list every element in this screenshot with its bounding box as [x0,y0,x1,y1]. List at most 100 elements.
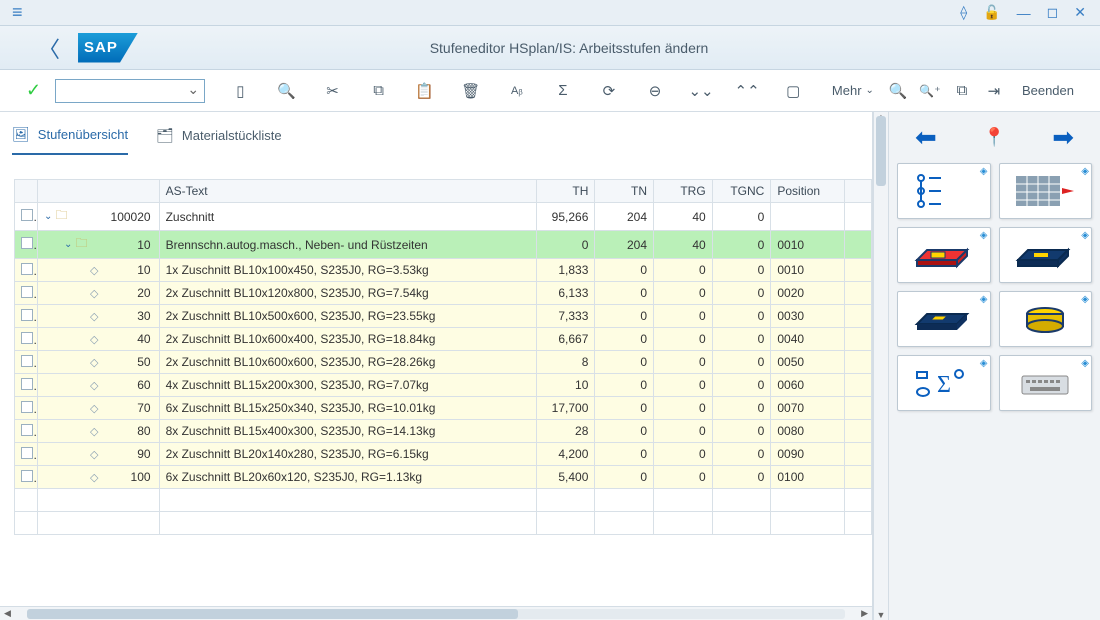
grid-right-tile[interactable]: ◈ [999,163,1093,219]
row-checkbox[interactable] [21,309,33,321]
copy-icon[interactable]: ⧉ [365,77,392,105]
sort-alpha-icon[interactable]: Aᵦ [503,77,530,105]
main-toolbar: ✓ ▯ 🔍 ✂ ⧉ 📋 🗑 Aᵦ Σ ⟳ ⊖ ⌄⌄ ⌃⌃ ▢ Mehr⌄ 🔍 🔍… [0,70,1100,112]
keyboard-tile[interactable]: ◈ [999,355,1093,411]
steps-table[interactable]: AS-Text TH TN TRG TGNC Position ⌄🗀100020… [14,179,872,535]
cell-tn: 0 [595,466,654,489]
expand-down-icon[interactable]: ⌄⌄ [688,77,715,105]
row-checkbox[interactable] [21,470,33,482]
scroll-down-icon[interactable]: ▼ [874,610,888,620]
document-icon[interactable]: ▢ [780,77,807,105]
find-next-icon[interactable]: 🔍⁺ [916,77,944,105]
delete-icon[interactable]: 🗑 [457,77,484,105]
maximize-icon[interactable]: ◻ [1039,4,1067,21]
cell-position: 0020 [771,282,844,305]
col-position[interactable]: Position [771,180,844,203]
blue-slot-tile[interactable]: ◈ [999,227,1093,283]
row-checkbox[interactable] [21,424,33,436]
row-text: 2x Zuschnitt BL10x600x400, S235J0, RG=18… [159,328,536,351]
cell-position: 0040 [771,328,844,351]
collapse-up-icon[interactable]: ⌃⌃ [734,77,761,105]
remove-icon[interactable]: ⊖ [642,77,669,105]
page-icon[interactable]: ▯ [227,77,254,105]
new-window-icon[interactable]: ⧉ [948,77,976,105]
row-checkbox[interactable] [21,263,33,275]
table-row [15,489,872,512]
close-icon[interactable]: ✕ [1066,4,1094,21]
col-tn[interactable]: TN [595,180,654,203]
table-row[interactable]: ◇1006x Zuschnitt BL20x60x120, S235J0, RG… [15,466,872,489]
structure-tile[interactable]: ◈ [897,163,991,219]
tab-materialstueckliste[interactable]: 🗂 Materialstückliste [156,127,281,154]
cell-tgnc: 0 [712,443,771,466]
table-row[interactable]: ◇502x Zuschnitt BL10x600x600, S235J0, RG… [15,351,872,374]
scroll-right-icon[interactable]: ▶ [857,608,872,619]
table-header-row: AS-Text TH TN TRG TGNC Position [15,180,872,203]
table-row[interactable]: ⌄🗀10Brennschn.autog.masch., Neben- und R… [15,231,872,259]
more-menu[interactable]: Mehr⌄ [826,83,880,98]
back-button[interactable]: 〈 [20,32,78,64]
cell-trg: 0 [654,305,713,328]
table-row[interactable]: ◇101x Zuschnitt BL10x100x450, S235J0, RG… [15,259,872,282]
col-trg[interactable]: TRG [654,180,713,203]
palette-next-icon[interactable]: ➡ [1052,122,1074,153]
row-checkbox[interactable] [21,401,33,413]
search-icon[interactable]: 🔍 [273,77,300,105]
yellow-cylinder-tile[interactable]: ◈ [999,291,1093,347]
exit-icon[interactable]: ⇥ [980,77,1008,105]
row-text: 2x Zuschnitt BL20x140x280, S235J0, RG=6.… [159,443,536,466]
row-checkbox[interactable] [21,332,33,344]
cell-position: 0010 [771,231,844,259]
col-tgnc[interactable]: TGNC [712,180,771,203]
unlock-icon[interactable]: 🔓 [975,4,1008,21]
cut-icon[interactable]: ✂ [319,77,346,105]
hamburger-menu-icon[interactable]: ≡ [6,2,29,23]
row-checkbox[interactable] [21,355,33,367]
tab-stufenuebersicht[interactable]: 🖼 Stufenübersicht [12,126,128,155]
find-icon[interactable]: 🔍 [884,77,912,105]
cell-th: 8 [536,351,595,374]
folder-icon: 🗀 [55,206,67,227]
minimize-icon[interactable]: ― [1009,5,1039,21]
table-row[interactable]: ◇202x Zuschnitt BL10x120x800, S235J0, RG… [15,282,872,305]
accept-icon[interactable]: ✓ [16,80,51,101]
table-row[interactable]: ◇706x Zuschnitt BL15x250x340, S235J0, RG… [15,397,872,420]
sap-logo: SAP [78,33,138,63]
row-checkbox[interactable] [21,378,33,390]
row-id: 20 [137,286,152,300]
table-row[interactable]: ⌄🗀100020Zuschnitt95,266204400 [15,203,872,231]
scroll-left-icon[interactable]: ◀ [0,608,15,619]
table-row[interactable]: ◇902x Zuschnitt BL20x140x280, S235J0, RG… [15,443,872,466]
paste-icon[interactable]: 📋 [411,77,438,105]
cell-tn: 0 [595,305,654,328]
expand-icon[interactable]: ⌄ [44,211,52,222]
h-scroll-thumb[interactable] [27,609,518,619]
row-checkbox[interactable] [21,209,33,221]
lock-icon[interactable]: ⟠ [952,4,975,21]
row-id: 100020 [111,210,153,224]
beenden-button[interactable]: Beenden [1012,83,1084,98]
cell-tn: 0 [595,443,654,466]
row-checkbox[interactable] [21,237,33,249]
col-astext[interactable]: AS-Text [159,180,536,203]
pin-icon[interactable]: 📍 [983,127,1005,148]
col-th[interactable]: TH [536,180,595,203]
table-row[interactable]: ◇402x Zuschnitt BL10x600x400, S235J0, RG… [15,328,872,351]
table-row[interactable]: ◇302x Zuschnitt BL10x500x600, S235J0, RG… [15,305,872,328]
app-header: 〈 SAP Stufeneditor HSplan/IS: Arbeitsstu… [0,26,1100,70]
row-checkbox[interactable] [21,447,33,459]
palette-prev-icon[interactable]: ⬅ [915,122,937,153]
sum-icon[interactable]: Σ [550,77,577,105]
vertical-scrollbar[interactable]: ▲ ▼ [873,112,888,620]
refresh-icon[interactable]: ⟳ [596,77,623,105]
navy-plate-tile[interactable]: ◈ [897,291,991,347]
table-row[interactable]: ◇604x Zuschnitt BL15x200x300, S235J0, RG… [15,374,872,397]
row-checkbox[interactable] [21,286,33,298]
table-row[interactable]: ◇808x Zuschnitt BL15x400x300, S235J0, RG… [15,420,872,443]
v-scroll-thumb[interactable] [876,116,886,186]
expand-icon[interactable]: ⌄ [64,239,72,250]
sigma-tile[interactable]: Σ◈ [897,355,991,411]
red-plate-tile[interactable]: ◈ [897,227,991,283]
command-input[interactable] [55,79,205,103]
horizontal-scrollbar[interactable]: ◀ ▶ [0,606,872,620]
